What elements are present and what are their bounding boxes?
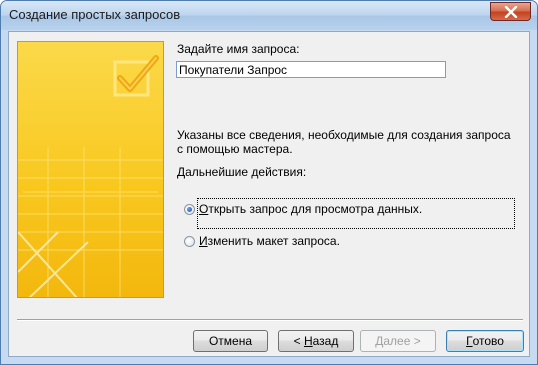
open-query-mnemonic: О: [199, 202, 209, 216]
wizard-illustration: [17, 41, 164, 298]
close-icon: [504, 5, 517, 18]
title-bar[interactable]: Создание простых запросов: [1, 1, 537, 30]
close-button[interactable]: [490, 2, 531, 21]
query-name-label: Задайте имя запроса:: [177, 42, 300, 56]
modify-design-label-rest: зменить макет запроса.: [207, 234, 340, 248]
wizard-body: Задайте имя запроса: Указаны все сведени…: [8, 31, 530, 357]
open-query-option-label[interactable]: Открыть запрос для просмотра данных.: [199, 202, 422, 216]
button-separator: [17, 319, 523, 321]
finish-button[interactable]: Готово: [446, 330, 524, 352]
finish-label-rest: отово: [472, 334, 504, 348]
next-actions-label: Дальнейшие действия:: [177, 165, 307, 179]
query-name-input[interactable]: [176, 61, 446, 78]
back-prefix: <: [293, 334, 304, 348]
open-query-label-rest: ткрыть запрос для просмотра данных.: [208, 202, 423, 216]
open-query-radio[interactable]: [184, 204, 195, 215]
modify-design-option-label[interactable]: Изменить макет запроса.: [199, 234, 340, 248]
modify-design-mnemonic: И: [199, 234, 208, 248]
info-message: Указаны все сведения, необходимые для со…: [177, 128, 511, 156]
back-button[interactable]: < Назад: [278, 330, 354, 352]
cancel-button[interactable]: Отмена: [193, 330, 268, 352]
checkmark-banner-icon: [18, 42, 163, 297]
back-mnemonic: Н: [303, 334, 313, 348]
modify-design-radio[interactable]: [184, 236, 195, 247]
next-button[interactable]: Далее >: [360, 330, 436, 352]
window-title: Создание простых запросов: [9, 7, 181, 22]
wizard-window: Создание простых запросов Задайте имя за…: [0, 0, 538, 365]
back-label-rest: азад: [312, 334, 339, 348]
